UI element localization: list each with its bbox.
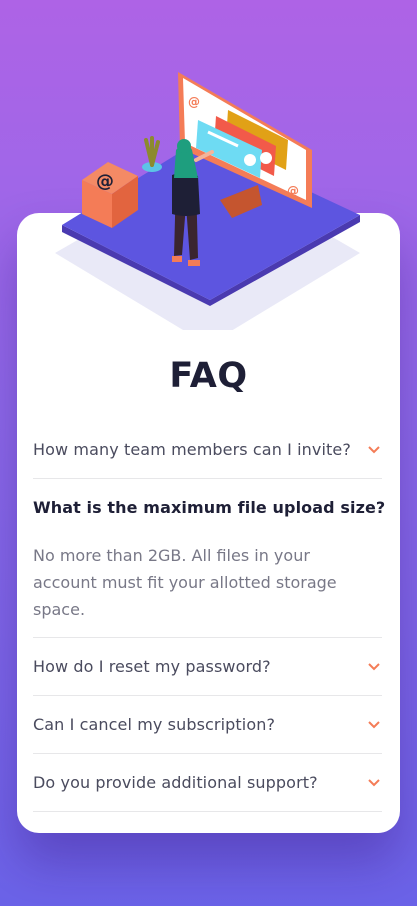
faq-question-text: How do I reset my password? — [33, 657, 271, 676]
faq-item: How do I reset my password? — [33, 638, 382, 696]
faq-question-text: How many team members can I invite? — [33, 440, 351, 459]
page-title: FAQ — [169, 356, 248, 396]
faq-question-text: What is the maximum file upload size? — [33, 498, 386, 517]
faq-item: Can I cancel my subscription? — [33, 696, 382, 754]
faq-question-text: Can I cancel my subscription? — [33, 715, 276, 734]
faq-question-button[interactable]: How many team members can I invite? — [33, 421, 382, 478]
chevron-down-icon — [368, 720, 380, 728]
faq-question-text: Do you provide additional support? — [33, 773, 318, 792]
chevron-down-icon — [368, 662, 380, 670]
faq-question-button[interactable]: Can I cancel my subscription? — [33, 696, 382, 753]
faq-question-button[interactable]: How do I reset my password? — [33, 638, 382, 695]
faq-item: Do you provide additional support? — [33, 754, 382, 812]
faq-item-open: What is the maximum file upload size? No… — [33, 479, 386, 638]
faq-item: How many team members can I invite? — [33, 421, 382, 479]
faq-question-button[interactable]: What is the maximum file upload size? — [33, 479, 386, 536]
faq-list: How many team members can I invite? What… — [33, 421, 386, 812]
faq-question-button[interactable]: Do you provide additional support? — [33, 754, 382, 811]
chevron-down-icon — [368, 778, 380, 786]
at-symbol-icon: @ — [96, 171, 114, 192]
at-symbol-icon: @ — [188, 95, 200, 109]
faq-answer: No more than 2GB. All files in your acco… — [33, 546, 337, 619]
illustration-woman-online: @ @ @ — [55, 72, 360, 330]
chevron-down-icon — [368, 445, 380, 453]
at-symbol-icon: @ — [287, 184, 299, 198]
